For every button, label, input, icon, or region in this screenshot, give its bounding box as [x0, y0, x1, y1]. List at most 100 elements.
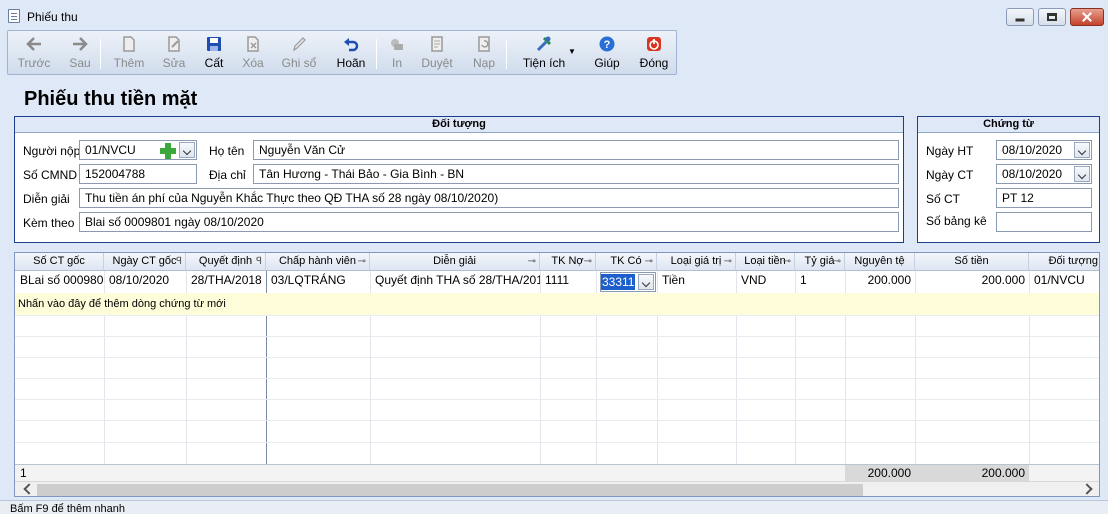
- pin-icon[interactable]: ꟼ: [256, 253, 262, 270]
- voucher-number-field[interactable]: PT 12: [996, 188, 1092, 208]
- grid-line: [15, 442, 1099, 443]
- object-cell[interactable]: 01/NVCU: [1029, 273, 1099, 287]
- close-window-button[interactable]: [1070, 8, 1104, 26]
- column-header[interactable]: Ngày CT gốc ꟼ: [104, 253, 186, 271]
- column-header[interactable]: TK Nợ ⊸: [540, 253, 596, 271]
- utilities-button[interactable]: Tiện ích: [514, 31, 574, 74]
- exchange-rate-cell[interactable]: 1: [795, 273, 845, 287]
- debit-account-cell[interactable]: 1111: [540, 273, 596, 287]
- attachment-field[interactable]: Blai số 0009801 ngày 08/10/2020: [79, 212, 899, 232]
- column-header[interactable]: Quyết định ꟼ: [186, 253, 266, 271]
- voucher-date-field[interactable]: 08/10/2020: [996, 164, 1092, 184]
- column-header[interactable]: Diễn giải ⊸: [370, 253, 540, 271]
- description-value: Thu tiền án phí của Nguyễn Khắc Thực the…: [85, 191, 499, 205]
- original-voucher-cell[interactable]: BLai số 000980: [15, 273, 104, 287]
- decision-cell[interactable]: 28/THA/2018: [186, 273, 266, 287]
- voucher-number-label: Số CT: [926, 192, 961, 206]
- amount-cell[interactable]: 200.000: [915, 273, 1025, 287]
- chevron-down-icon[interactable]: [1074, 166, 1090, 182]
- document-icon: [8, 9, 20, 23]
- original-amount-cell[interactable]: 200.000: [845, 273, 911, 287]
- status-bar: Bấm F9 để thêm nhanh: [0, 500, 1108, 514]
- chevron-down-icon[interactable]: [638, 274, 654, 290]
- toolbar-separator: [506, 39, 507, 69]
- currency-cell[interactable]: VND: [736, 273, 795, 287]
- pin-icon[interactable]: ꟼ: [176, 253, 182, 270]
- close-label: Đóng: [639, 56, 669, 70]
- posting-date-field[interactable]: 08/10/2020: [996, 140, 1092, 160]
- payer-field[interactable]: 01/NVCU: [79, 140, 197, 160]
- delete-button[interactable]: Xóa: [234, 31, 272, 74]
- close-button[interactable]: Đóng: [632, 31, 676, 74]
- post-label: Ghi sổ: [281, 56, 317, 70]
- pin-icon[interactable]: ⊸: [528, 253, 536, 270]
- load-button[interactable]: Nạp: [464, 31, 504, 74]
- tools-icon: [536, 36, 552, 52]
- minimize-button[interactable]: [1006, 8, 1034, 26]
- edit-button[interactable]: Sửa: [154, 31, 194, 74]
- chevron-down-icon[interactable]: [179, 142, 195, 158]
- approve-document-icon: [431, 36, 443, 52]
- full-name-field[interactable]: Nguyễn Văn Cử: [253, 140, 899, 160]
- description-field[interactable]: Thu tiền án phí của Nguyễn Khắc Thực the…: [79, 188, 899, 208]
- pin-icon[interactable]: ⊸: [724, 253, 732, 270]
- maximize-button[interactable]: [1038, 8, 1066, 26]
- horizontal-scrollbar[interactable]: [15, 481, 1099, 496]
- maximize-icon: [1047, 13, 1057, 21]
- back-button[interactable]: Trước: [10, 31, 58, 74]
- approve-button[interactable]: Duyệt: [416, 31, 458, 74]
- add-label: Thêm: [113, 56, 145, 70]
- attachment-value: Blai số 0009801 ngày 08/10/2020: [85, 215, 264, 229]
- address-label: Địa chỉ: [209, 168, 246, 182]
- list-number-field[interactable]: [996, 212, 1092, 232]
- full-name-value: Nguyễn Văn Cử: [259, 143, 346, 157]
- column-header[interactable]: Nguyên tệ: [845, 253, 915, 271]
- column-header[interactable]: Số CT gốc: [15, 253, 104, 271]
- add-button[interactable]: Thêm: [108, 31, 150, 74]
- power-icon: [647, 37, 661, 51]
- scroll-left-icon[interactable]: [23, 483, 35, 495]
- credit-account-editor[interactable]: 33311: [600, 272, 656, 292]
- column-header[interactable]: Chấp hành viên ⊸: [266, 253, 370, 271]
- customer-group-header: Đối tượng: [15, 117, 903, 133]
- column-header[interactable]: Tỷ giá ⊸: [795, 253, 845, 271]
- undo-label: Hoãn: [336, 56, 366, 70]
- enforcement-officer-cell[interactable]: 03/LQTRÁNG: [266, 273, 370, 287]
- original-date-cell[interactable]: 08/10/2020: [104, 273, 186, 287]
- print-button[interactable]: In: [380, 31, 414, 74]
- title-bar: Phiếu thu: [0, 0, 1108, 30]
- column-header[interactable]: TK Có ⊸: [596, 253, 657, 271]
- pin-icon[interactable]: ⊸: [584, 253, 592, 270]
- value-type-cell[interactable]: Tiền: [657, 273, 736, 287]
- pin-icon[interactable]: ⊸: [783, 253, 791, 270]
- pin-icon[interactable]: ⊸: [833, 253, 841, 270]
- chevron-down-icon[interactable]: [1074, 142, 1090, 158]
- help-button[interactable]: ? Giúp: [586, 31, 628, 74]
- add-row-hint[interactable]: Nhấn vào đây để thêm dòng chứng từ mới: [15, 293, 1099, 315]
- delete-label: Xóa: [242, 56, 264, 70]
- id-number-label: Số CMND: [23, 168, 78, 182]
- pin-icon[interactable]: ⊸: [645, 253, 653, 270]
- dropdown-arrow-icon[interactable]: ▼: [568, 47, 576, 56]
- post-button[interactable]: Ghi sổ: [276, 31, 322, 74]
- column-header[interactable]: Số tiền: [915, 253, 1029, 271]
- save-button[interactable]: Cất: [194, 31, 234, 74]
- column-header[interactable]: Loại tiền ⊸: [736, 253, 795, 271]
- grid-footer: 1 200.000 200.000: [15, 464, 1099, 482]
- scrollbar-thumb[interactable]: [37, 484, 863, 496]
- column-header[interactable]: Đối tượng: [1029, 253, 1099, 271]
- next-button[interactable]: Sau: [60, 31, 100, 74]
- voucher-grid: Số CT gốc Ngày CT gốc ꟼ Quyết định ꟼ Chấp …: [14, 252, 1100, 497]
- column-header[interactable]: Loại giá trị ⊸: [657, 253, 736, 271]
- undo-button[interactable]: Hoãn: [328, 31, 374, 74]
- address-field[interactable]: Tân Hương - Thái Bảo - Gia Bình - BN: [253, 164, 899, 184]
- payer-value: 01/NVCU: [85, 143, 136, 157]
- edit-label: Sửa: [162, 56, 186, 70]
- id-number-field[interactable]: 152004788: [79, 164, 197, 184]
- row-description-cell[interactable]: Quyết định THA số 28/THA/201: [370, 273, 540, 287]
- scroll-right-icon[interactable]: [1081, 483, 1093, 495]
- add-payer-icon[interactable]: [160, 143, 176, 159]
- grid-line: [15, 336, 1099, 337]
- delete-document-icon: [247, 36, 259, 52]
- pin-icon[interactable]: ⊸: [358, 253, 366, 270]
